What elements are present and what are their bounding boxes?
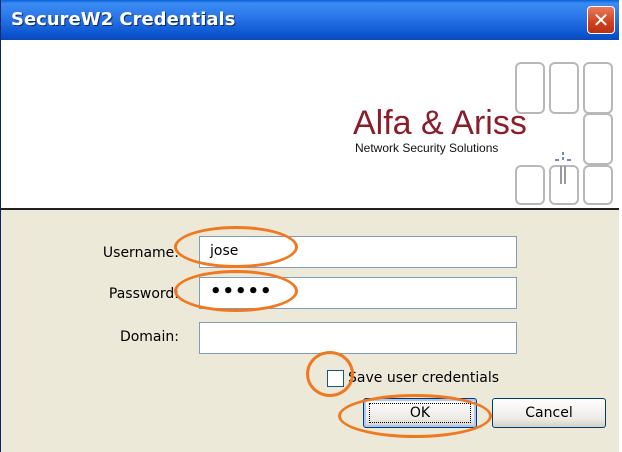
- save-credentials-checkbox[interactable]: [327, 370, 344, 387]
- banner-square-icon: [583, 62, 613, 114]
- banner-square-icon: [515, 165, 545, 205]
- close-button[interactable]: ✕: [587, 6, 615, 34]
- close-icon: ✕: [592, 8, 610, 32]
- username-label: Username:: [102, 245, 179, 261]
- window-title: SecureW2 Credentials: [11, 9, 236, 30]
- banner-square-icon: [583, 165, 613, 205]
- domain-label: Domain:: [119, 329, 179, 345]
- save-credentials-label[interactable]: Save user credentials: [348, 370, 499, 386]
- username-field[interactable]: jose: [199, 236, 517, 268]
- cancel-button[interactable]: Cancel: [492, 398, 606, 428]
- ok-button[interactable]: OK: [363, 398, 477, 428]
- focus-rectangle: [369, 403, 471, 423]
- banner-square-icon: [549, 62, 579, 114]
- banner-divider: [1, 208, 619, 210]
- password-field[interactable]: •••••: [199, 277, 517, 309]
- dialog-window: SecureW2 Credentials ✕ Alfa & Ariss Netw…: [0, 0, 619, 452]
- password-label: Password:: [108, 286, 179, 302]
- title-bar[interactable]: SecureW2 Credentials ✕: [1, 0, 619, 40]
- logo-subtitle: Network Security Solutions: [355, 141, 499, 155]
- domain-field[interactable]: [199, 322, 517, 354]
- banner-square-icon: [583, 113, 613, 165]
- cancel-button-label: Cancel: [525, 405, 573, 421]
- logo-mark-icon: [555, 152, 571, 184]
- logo-text: Alfa & Ariss: [353, 104, 527, 142]
